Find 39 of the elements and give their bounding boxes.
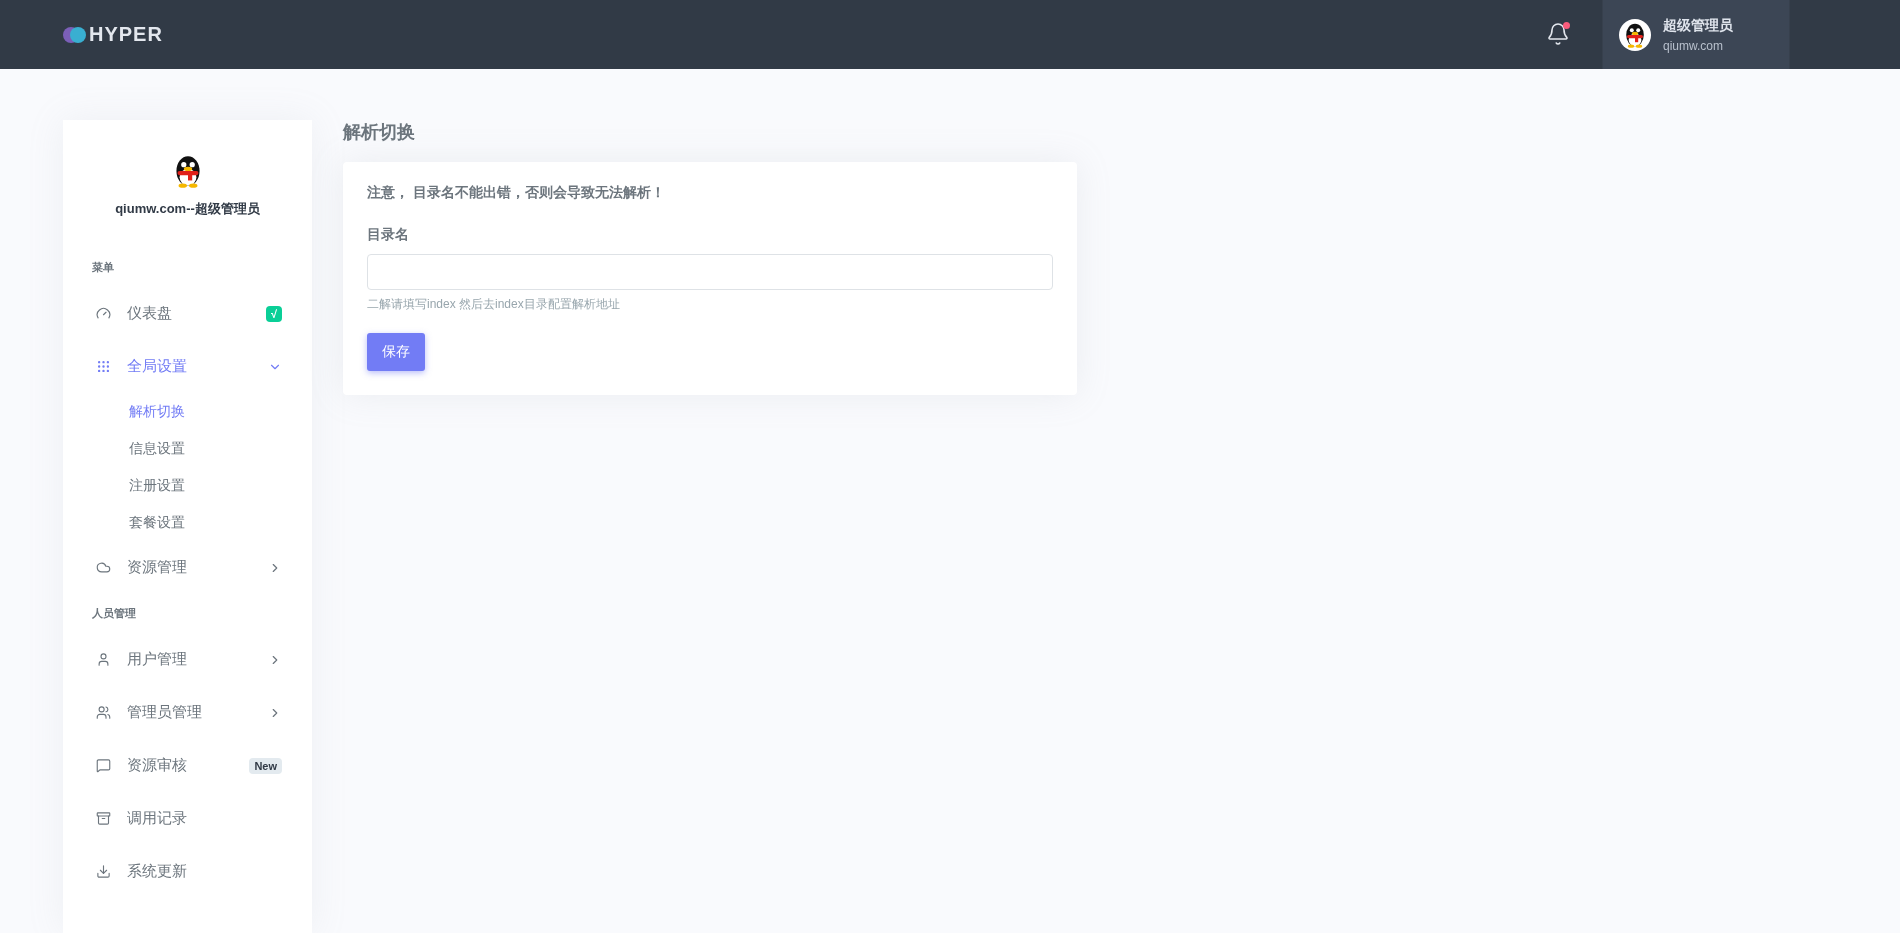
menu-section-title: 菜单: [91, 260, 115, 275]
input-field[interactable]: [367, 254, 1053, 290]
help-text: 二解请填写index 然后去index目录配置解析地址: [367, 296, 621, 313]
menu-item[interactable]: 用户管理: [63, 633, 312, 686]
menu-item[interactable]: 调用记录: [63, 792, 312, 845]
cloud-icon: [96, 560, 111, 575]
archive-icon: [96, 811, 111, 826]
users-icon: [96, 705, 111, 720]
gauge-icon: [96, 306, 111, 321]
menu-badge: New: [249, 757, 282, 774]
bell-icon: [1546, 21, 1570, 46]
logo-icon: [63, 26, 87, 43]
submenu-item[interactable]: 信息设置: [63, 430, 312, 467]
logo-text: HYPER: [89, 23, 163, 46]
download-icon: [96, 864, 111, 879]
submenu-item[interactable]: 解析切换: [63, 393, 312, 430]
field-label: 目录名: [367, 226, 410, 244]
menu-badge: √: [265, 305, 282, 322]
user-icon: [96, 652, 111, 667]
submenu-item[interactable]: 注册设置: [63, 467, 312, 504]
menu-item[interactable]: 全局设置: [63, 340, 312, 393]
menu-item[interactable]: 系统更新: [63, 845, 312, 898]
dots-grid-icon: [96, 359, 111, 374]
menu-item[interactable]: 管理员管理: [63, 686, 312, 739]
menu-item[interactable]: 资源管理: [63, 541, 312, 594]
save-button[interactable]: 保存: [367, 333, 425, 371]
menu-item[interactable]: 资源审核 New: [63, 739, 312, 792]
menu-section-title: 人员管理: [91, 606, 137, 621]
submenu-item[interactable]: 套餐设置: [63, 504, 312, 541]
user-site: qiumw.com: [1663, 38, 1725, 53]
notification-button[interactable]: [1546, 21, 1572, 48]
user-menu[interactable]: 超级管理员 qiumw.com: [1602, 0, 1790, 69]
notice-text: 注意， 目录名不能出错，否则会导致无法解析！: [367, 184, 666, 202]
avatar-icon: [1619, 18, 1651, 51]
user-name: 超级管理员: [1663, 16, 1733, 35]
page-title: 解析切换: [343, 121, 416, 144]
menu-item[interactable]: 仪表盘 √: [63, 287, 312, 340]
profile-name: qiumw.com--超级管理员: [115, 200, 260, 218]
message-icon: [96, 758, 111, 773]
